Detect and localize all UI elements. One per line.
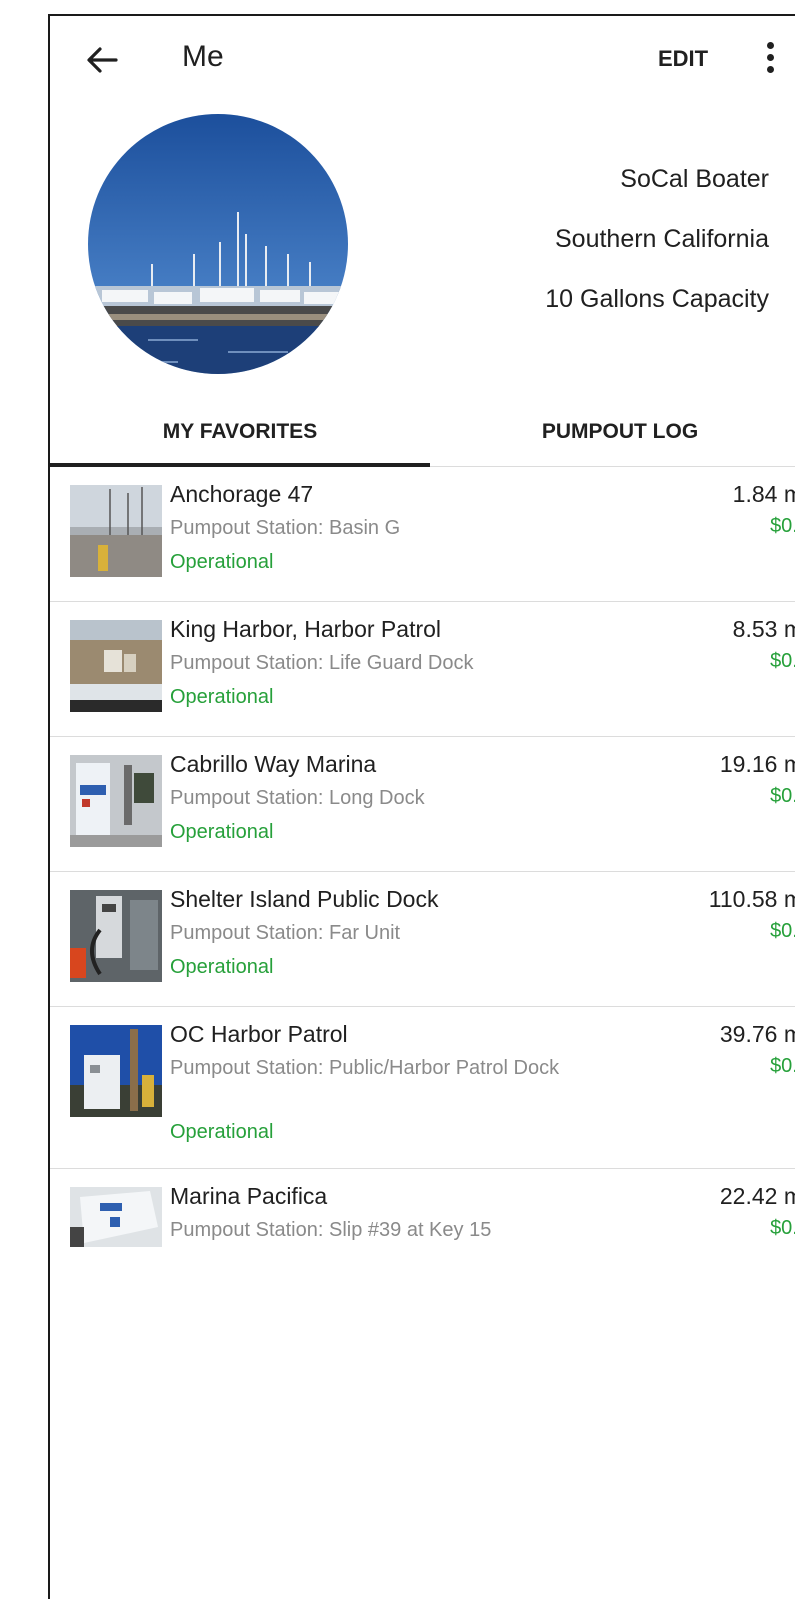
list-item[interactable]: Shelter Island Public Dock Pumpout Stati… (50, 872, 795, 1007)
price-value: $0.0 (770, 515, 795, 537)
price-value: $0.0 (770, 1217, 795, 1239)
distance-value: 110.58 m (708, 886, 795, 912)
profile-details: SoCal Boater Southern California 10 Gall… (545, 164, 769, 344)
station-location: Pumpout Station: Public/Harbor Patrol Do… (170, 1057, 560, 1079)
tab-my-favorites[interactable]: MY FAVORITES (50, 410, 430, 467)
station-location: Pumpout Station: Life Guard Dock (170, 652, 474, 674)
arrow-left-icon (87, 47, 118, 73)
station-name: OC Harbor Patrol (170, 1021, 348, 1047)
list-item[interactable]: Anchorage 47 Pumpout Station: Basin G Op… (50, 467, 795, 602)
station-thumbnail (70, 890, 162, 982)
profile-capacity: 10 Gallons Capacity (545, 285, 769, 313)
profile-region: Southern California (554, 225, 769, 253)
distance-value: 39.76 m (719, 1021, 795, 1047)
station-thumbnail (70, 1025, 162, 1117)
station-location: Pumpout Station: Slip #39 at Key 15 (170, 1219, 492, 1241)
station-name: Cabrillo Way Marina (170, 751, 377, 777)
status-label: Operational (170, 551, 274, 573)
price-value: $0.0 (770, 1055, 795, 1077)
station-location: Pumpout Station: Far Unit (170, 922, 401, 944)
status-label: Operational (170, 1121, 274, 1143)
distance-value: 8.53 m (732, 616, 795, 642)
distance-value: 22.42 m (719, 1183, 795, 1209)
station-name: Marina Pacifica (170, 1183, 328, 1209)
edit-button[interactable]: EDIT (658, 46, 708, 72)
profile-name: SoCal Boater (620, 165, 769, 193)
list-item[interactable]: OC Harbor Patrol Pumpout Station: Public… (50, 1007, 795, 1169)
app-screen: Me EDIT SoCal Boater Southern California… (48, 14, 795, 1599)
tab-pumpout-log[interactable]: PUMPOUT LOG (430, 410, 795, 466)
station-name: King Harbor, Harbor Patrol (170, 616, 442, 642)
price-value: $0.0 (770, 650, 795, 672)
station-thumbnail (70, 485, 162, 577)
page-title: Me (182, 40, 224, 73)
status-label: Operational (170, 956, 274, 978)
top-app-bar: Me EDIT (50, 16, 795, 108)
list-item[interactable]: Cabrillo Way Marina Pumpout Station: Lon… (50, 737, 795, 872)
tab-bar: MY FAVORITES PUMPOUT LOG (50, 410, 795, 467)
profile-photo (88, 114, 348, 374)
price-value: $0.0 (770, 920, 795, 942)
station-thumbnail (70, 1187, 162, 1247)
more-vert-icon (758, 42, 782, 73)
station-thumbnail (70, 755, 162, 847)
station-name: Shelter Island Public Dock (170, 886, 439, 912)
station-location: Pumpout Station: Basin G (170, 517, 401, 539)
list-item[interactable]: Marina Pacifica Pumpout Station: Slip #3… (50, 1169, 795, 1289)
station-name: Anchorage 47 (170, 481, 314, 507)
station-thumbnail (70, 620, 162, 712)
station-location: Pumpout Station: Long Dock (170, 787, 425, 809)
list-item[interactable]: King Harbor, Harbor Patrol Pumpout Stati… (50, 602, 795, 737)
favorites-list: Anchorage 47 Pumpout Station: Basin G Op… (50, 467, 795, 1289)
back-button[interactable] (82, 42, 122, 78)
status-label: Operational (170, 686, 274, 708)
price-value: $0.0 (770, 785, 795, 807)
distance-value: 1.84 m (732, 481, 795, 507)
distance-value: 19.16 m (719, 751, 795, 777)
status-label: Operational (170, 821, 274, 843)
more-options-button[interactable] (758, 38, 782, 84)
